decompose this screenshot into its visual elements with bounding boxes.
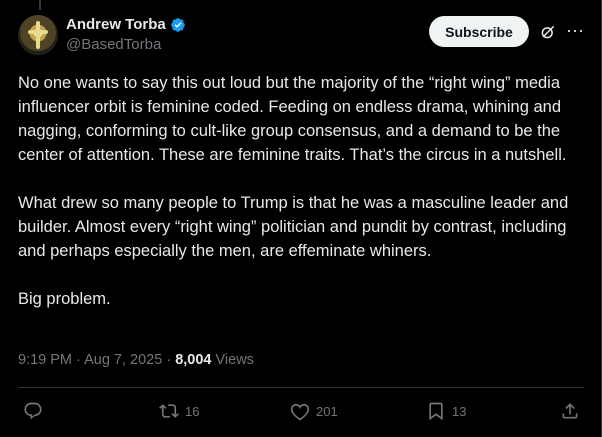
like-button[interactable]: 201 — [290, 398, 338, 424]
subscribe-button[interactable]: Subscribe — [429, 16, 529, 47]
avatar[interactable] — [18, 15, 58, 55]
bookmark-icon — [429, 402, 443, 421]
display-name-row: Andrew Torba — [66, 15, 186, 34]
engagement-bar: 16 201 13 — [18, 398, 584, 424]
display-name[interactable]: Andrew Torba — [66, 15, 166, 34]
share-button[interactable] — [560, 398, 580, 424]
views-label: Views — [211, 352, 254, 368]
bookmark-button[interactable]: 13 — [426, 398, 466, 424]
more-icon[interactable]: ··· — [566, 21, 586, 42]
views-count[interactable]: 8,004 — [175, 352, 211, 368]
post-paragraph: No one wants to say this out loud but th… — [18, 74, 567, 164]
heart-icon — [290, 403, 310, 421]
repost-button[interactable]: 16 — [159, 398, 199, 424]
author-info: Andrew Torba @BasedTorba — [66, 15, 186, 55]
reply-icon — [24, 402, 42, 420]
grok-icon[interactable] — [539, 23, 557, 41]
handle[interactable]: @BasedTorba — [66, 35, 186, 55]
timestamp[interactable]: 9:19 PM · Aug 7, 2025 · — [18, 352, 175, 368]
post-meta: 9:19 PM · Aug 7, 2025 · 8,004 Views — [18, 350, 254, 370]
thread-line — [39, 0, 41, 10]
repost-count: 16 — [185, 403, 200, 419]
post-header: Andrew Torba @BasedTorba Subscribe ··· — [18, 10, 589, 55]
repost-icon — [159, 404, 179, 418]
like-count: 201 — [316, 403, 338, 419]
post-container: Andrew Torba @BasedTorba Subscribe ··· N… — [0, 0, 602, 437]
share-icon — [562, 403, 578, 419]
post-paragraph: What drew so many people to Trump is tha… — [18, 194, 569, 260]
post-body: No one wants to say this out loud but th… — [18, 71, 578, 335]
divider — [18, 387, 584, 388]
reply-button[interactable] — [23, 398, 49, 424]
post-paragraph: Big problem. — [18, 290, 111, 308]
verified-badge-icon[interactable] — [170, 17, 186, 33]
bookmark-count: 13 — [452, 403, 467, 419]
